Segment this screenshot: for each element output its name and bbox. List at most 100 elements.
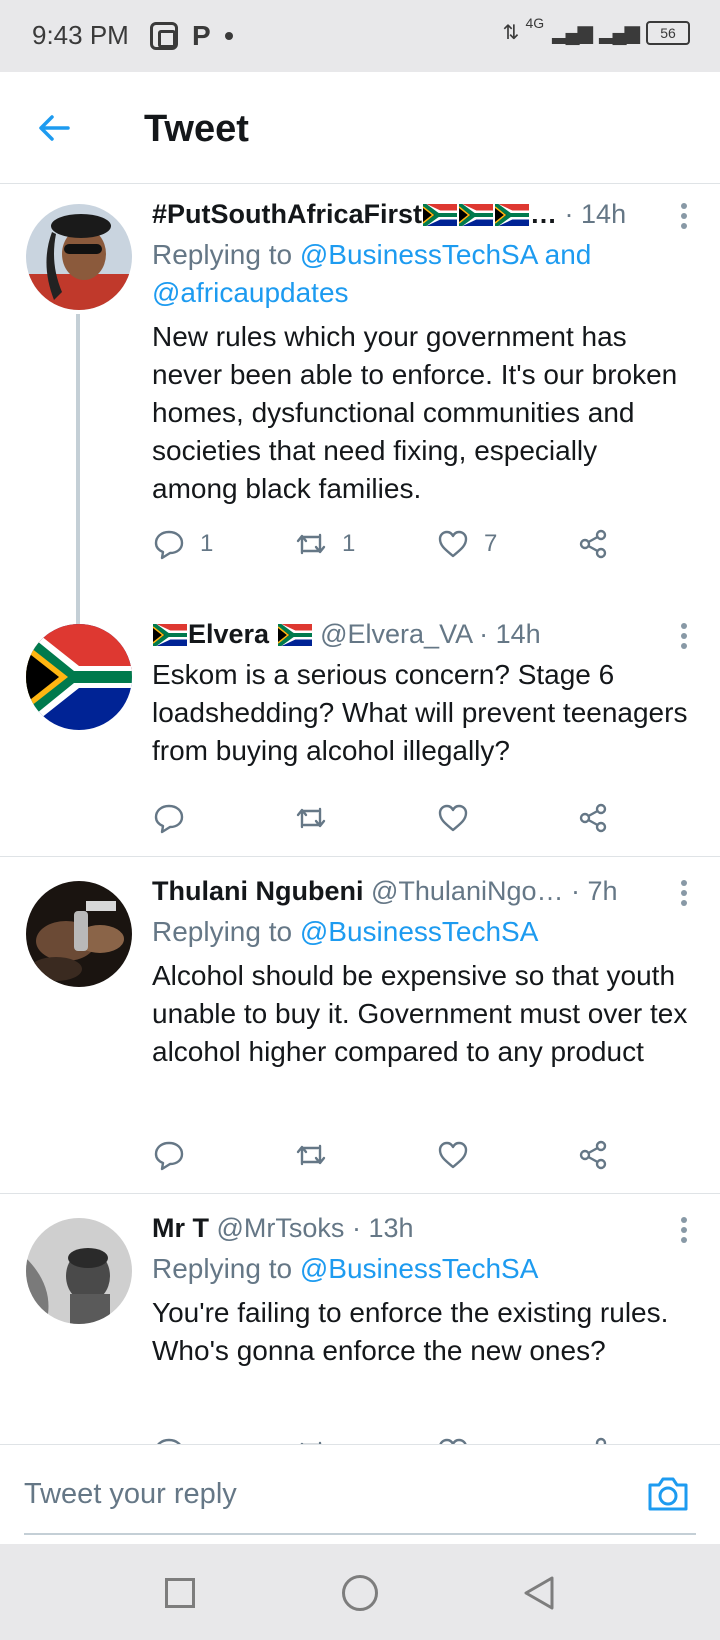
recents-square-icon[interactable]	[165, 1578, 195, 1608]
avatar[interactable]	[26, 881, 132, 987]
tweet-actions	[152, 1133, 632, 1177]
retweet-count: 1	[342, 530, 356, 557]
share-button[interactable]	[576, 796, 610, 840]
retweet-icon	[300, 1441, 322, 1444]
reply-button[interactable]	[152, 1133, 186, 1177]
retweet-icon	[296, 533, 326, 555]
like-button[interactable]	[436, 796, 470, 840]
heart-icon	[438, 804, 468, 832]
thread-connector	[76, 314, 80, 626]
name-ellipsis: …	[530, 199, 558, 229]
tweet-actions	[152, 1430, 632, 1444]
retweet-icon	[296, 807, 326, 829]
parking-app-icon: P	[192, 20, 211, 51]
replying-to-label: Replying to	[152, 1253, 293, 1284]
speech-bubble-icon	[157, 1438, 181, 1444]
south-africa-flag-icon	[495, 204, 530, 226]
replying-to-label: Replying to	[152, 916, 293, 947]
signal-icon-2: ▂▄▆	[599, 22, 640, 44]
vertical-dots-icon[interactable]	[672, 616, 696, 656]
page-title: Tweet	[144, 108, 249, 150]
display-name[interactable]: #PutSouthAfricaFirst	[152, 199, 422, 229]
display-name[interactable]: Elvera	[188, 619, 269, 649]
heart-icon	[438, 1141, 468, 1169]
display-name[interactable]: Thulani Ngubeni	[152, 876, 363, 906]
user-handle[interactable]: @ThulaniNgo…	[371, 876, 564, 906]
retweet-button[interactable]: 1	[294, 522, 355, 566]
status-time: 9:43 PM	[32, 20, 129, 50]
mention-link[interactable]: @BusinessTechSA	[300, 916, 539, 947]
speech-bubble-icon	[154, 1141, 184, 1171]
vertical-dots-icon[interactable]	[672, 873, 696, 913]
tweet-time: · 7h	[571, 876, 618, 906]
share-icon	[579, 803, 607, 833]
tweet-header: Thulani Ngubeni @ThulaniNgo… · 7h	[152, 873, 690, 913]
share-icon	[595, 1437, 607, 1444]
replying-to: Replying to @BusinessTechSA	[152, 913, 690, 951]
retweet-button[interactable]	[294, 796, 328, 840]
tweet-header: Mr T @MrTsoks · 13h	[152, 1210, 690, 1250]
heart-icon	[439, 1438, 467, 1444]
retweet-button[interactable]	[294, 1133, 328, 1177]
replying-to: Replying to @BusinessTechSA and @africau…	[152, 236, 690, 312]
tweet-text: New rules which your government has neve…	[152, 321, 678, 504]
tweet-time: · 13h	[351, 1213, 414, 1243]
south-africa-flag-icon	[153, 624, 187, 646]
reply-button[interactable]: 1	[152, 522, 213, 566]
user-handle[interactable]: @Elvera_VA	[320, 619, 471, 649]
system-nav-bar	[0, 1544, 720, 1640]
tweet-3[interactable]: Thulani Ngubeni @ThulaniNgo… · 7h Replyi…	[0, 857, 720, 1193]
south-africa-flag-icon	[423, 204, 458, 226]
tweet-header: #PutSouthAfricaFirst … · 14h	[152, 196, 690, 236]
network-type: 4G	[525, 14, 545, 31]
tweet-header: Elvera @Elvera_VA · 14h	[152, 616, 690, 656]
more-notifications-dot-icon	[224, 32, 233, 40]
tweet-actions	[152, 796, 632, 840]
like-button[interactable]	[436, 1133, 470, 1177]
vertical-dots-icon[interactable]	[672, 1210, 696, 1250]
like-button[interactable]: 7	[436, 522, 497, 566]
tweet-4[interactable]: Mr T @MrTsoks · 13h Replying to @Busines…	[0, 1194, 720, 1444]
back-arrow-icon[interactable]	[30, 104, 78, 152]
reply-input[interactable]	[24, 1445, 696, 1535]
data-transfer-icon: ⇅	[502, 22, 520, 44]
tweet-actions: 1 1 7	[152, 522, 632, 566]
tweet-1[interactable]: #PutSouthAfricaFirst … · 14h Replying to …	[0, 186, 720, 626]
heart-icon	[438, 530, 468, 558]
user-handle[interactable]: @MrTsoks	[217, 1213, 345, 1243]
avatar[interactable]	[26, 624, 132, 730]
retweet-button[interactable]	[294, 1430, 328, 1444]
tweet-2[interactable]: Elvera @Elvera_VA · 14h Eskom is a serio…	[0, 590, 720, 856]
tweet-time: · 14h	[479, 619, 541, 649]
back-triangle-icon[interactable]	[522, 1574, 556, 1612]
tweet-text: You're failing to enforce the existing r…	[152, 1297, 669, 1366]
app-notification-icon	[150, 22, 178, 50]
mention-link[interactable]: @BusinessTechSA	[300, 1253, 539, 1284]
display-name[interactable]: Mr T	[152, 1213, 209, 1243]
battery-icon: 56	[646, 20, 690, 45]
reply-count: 1	[200, 530, 214, 557]
reply-button[interactable]	[152, 796, 186, 840]
reply-composer	[0, 1444, 720, 1544]
south-africa-flag-icon	[459, 204, 494, 226]
avatar[interactable]	[26, 204, 132, 310]
share-button[interactable]	[576, 1133, 610, 1177]
speech-bubble-icon	[154, 804, 184, 834]
like-button[interactable]	[436, 1430, 470, 1444]
share-button[interactable]	[576, 1430, 610, 1444]
reply-button[interactable]	[152, 1430, 186, 1444]
vertical-dots-icon[interactable]	[672, 196, 696, 236]
speech-bubble-icon	[154, 530, 184, 560]
signal-icon: ▂▄▆	[552, 22, 593, 44]
share-button[interactable]	[576, 522, 610, 566]
notification-icons: P	[150, 20, 233, 52]
camera-icon[interactable]	[646, 1473, 690, 1513]
home-circle-icon[interactable]	[342, 1575, 378, 1611]
tweet-text: Eskom is a serious concern? Stage 6 load…	[152, 659, 688, 766]
tweet-text: Alcohol should be expensive so that yout…	[152, 960, 688, 1067]
retweet-icon	[296, 1144, 326, 1166]
status-bar: 9:43 PM P ⇅ 4G ▂▄▆ ▂▄▆ 56	[0, 0, 720, 72]
avatar[interactable]	[26, 1218, 132, 1324]
share-icon	[579, 529, 607, 559]
system-icons: ⇅ 4G ▂▄▆ ▂▄▆ 56	[502, 15, 690, 45]
